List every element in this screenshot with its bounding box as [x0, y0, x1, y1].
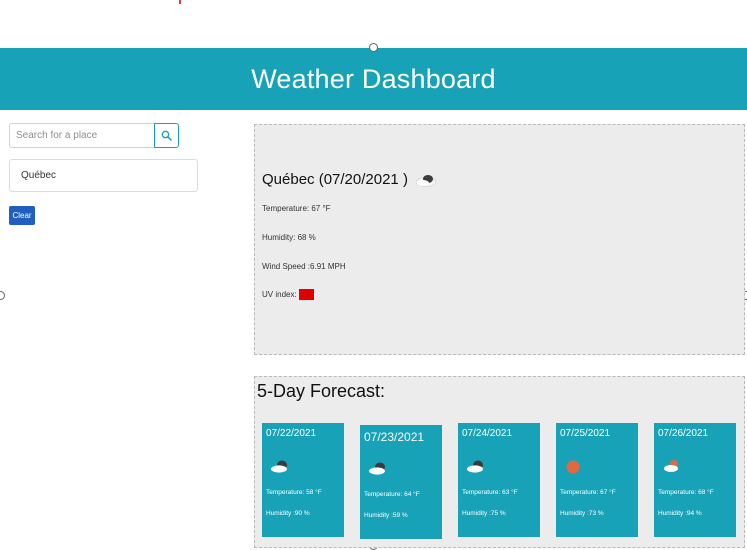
forecast-date: 07/25/2021 — [560, 428, 611, 439]
current-uv-row: UV index: 7.7 — [262, 289, 314, 300]
forecast-humidity: Humidity :90 % — [266, 510, 310, 517]
forecast-date: 07/23/2021 — [364, 430, 425, 444]
forecast-humidity: Humidity :73 % — [560, 510, 604, 517]
forecast-date: 07/24/2021 — [462, 428, 513, 439]
cloud-icon — [467, 460, 483, 473]
sun-cloud-icon — [664, 460, 678, 472]
app-header: Weather Dashboard — [0, 48, 747, 110]
forecast-card: 07/22/2021 Temperature: 58 °F Humidity :… — [262, 423, 344, 537]
forecast-card: 07/23/2021 Temperature: 64 °F Humidity :… — [360, 425, 442, 539]
forecast-temperature: Temperature: 67 °F — [560, 489, 616, 496]
current-humidity: Humidity: 68 % — [262, 233, 316, 242]
page-title: Weather Dashboard — [251, 63, 496, 94]
search-input[interactable] — [9, 123, 154, 148]
clear-button[interactable]: Clear — [9, 206, 35, 225]
uv-label: UV index: — [262, 290, 297, 299]
search-group — [9, 123, 179, 148]
forecast-humidity: Humidity :59 % — [364, 512, 408, 519]
forecast-date: 07/22/2021 — [266, 428, 317, 439]
current-weather-card: Québec (07/20/2021 ) Temperature: 67 °F … — [254, 124, 745, 355]
sun-icon — [566, 460, 580, 474]
forecast-humidity: Humidity :94 % — [658, 510, 702, 517]
cloud-icon — [369, 462, 385, 475]
current-city-date: Québec (07/20/2021 ) — [262, 171, 408, 188]
cloud-icon — [271, 460, 287, 473]
uv-badge: 7.7 — [298, 289, 314, 300]
current-wind-speed: Wind Speed :6.91 MPH — [262, 262, 346, 271]
resize-handle-top[interactable] — [369, 43, 378, 52]
forecast-card: 07/26/2021 Temperature: 68 °F Humidity :… — [654, 423, 736, 537]
search-icon — [161, 130, 172, 141]
forecast-humidity: Humidity :75 % — [462, 510, 506, 517]
current-title-row: Québec (07/20/2021 ) — [262, 171, 438, 188]
forecast-section: 5-Day Forecast: 07/22/2021 Temperature: … — [254, 376, 745, 548]
resize-handle-left[interactable] — [0, 291, 5, 300]
history-item[interactable]: Québec — [9, 159, 198, 192]
forecast-card: 07/25/2021 Temperature: 67 °F Humidity :… — [556, 423, 638, 537]
forecast-temperature: Temperature: 64 °F — [364, 491, 420, 498]
forecast-card: 07/24/2021 Temperature: 63 °F Humidity :… — [458, 423, 540, 537]
cloud-icon — [415, 174, 437, 187]
red-marker — [179, 0, 181, 4]
forecast-date: 07/26/2021 — [658, 428, 709, 439]
search-button[interactable] — [154, 123, 179, 148]
forecast-temperature: Temperature: 68 °F — [658, 489, 714, 496]
current-temperature: Temperature: 67 °F — [262, 204, 331, 213]
forecast-heading: 5-Day Forecast: — [257, 381, 386, 401]
forecast-temperature: Temperature: 63 °F — [462, 489, 518, 496]
forecast-temperature: Temperature: 58 °F — [266, 489, 322, 496]
